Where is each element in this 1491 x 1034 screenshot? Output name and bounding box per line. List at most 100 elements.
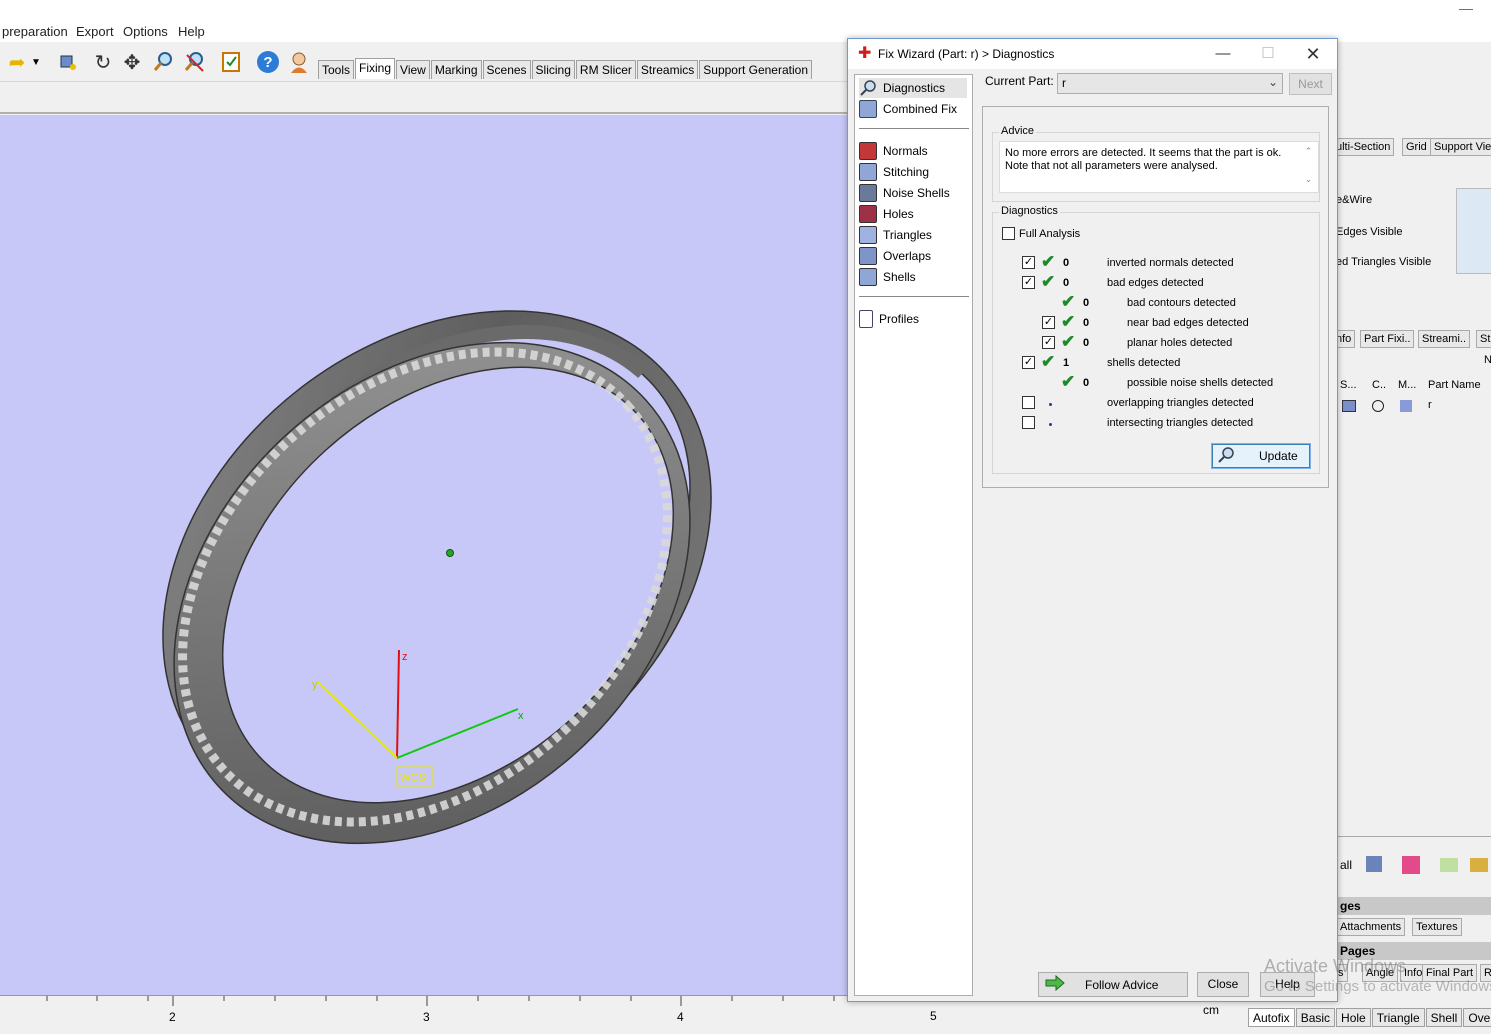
sub-toolbar [0,82,850,114]
view-cube-preview [1456,188,1491,274]
nav-normals[interactable]: Normals [859,141,967,161]
tab-view[interactable]: View [396,60,430,79]
tab-info[interactable]: nfo [1336,330,1356,348]
diagnostics-group: Diagnostics Full Analysis ✓ ✔ 0 inverted… [992,205,1320,474]
support-agent-icon[interactable] [286,50,312,74]
advice-scrollbar[interactable]: ⌃ ⌄ [1301,144,1316,190]
tool-icon[interactable] [1440,858,1458,872]
shells-icon [859,268,877,286]
update-button[interactable]: Update [1211,443,1311,469]
tab-fixing[interactable]: Fixing [355,58,396,79]
nav-holes[interactable]: Holes [859,204,967,224]
holes-icon [859,205,877,223]
minimize-icon[interactable]: — [1208,43,1238,65]
rotation-center-marker [446,549,454,557]
part-name-cell[interactable]: r [1428,399,1432,411]
advice-line: Note that not all parameters were analys… [1005,160,1218,172]
z-axis-label: z [402,651,408,663]
tool-icon[interactable] [1366,856,1382,872]
check-icon: ✔ [1041,252,1056,271]
menu-options[interactable]: Options [123,24,168,39]
tab-multi-section[interactable]: ulti-Section [1336,138,1395,156]
nav-combined-fix[interactable]: Combined Fix [859,99,967,119]
activate-watermark-sub: Go to Settings to activate Windows. [1264,978,1491,995]
row-checkbox[interactable]: ✓ [1042,316,1055,329]
menu-help[interactable]: Help [178,24,205,39]
tab-streamics[interactable]: Streami.. [1418,330,1471,348]
nav-noise-shells[interactable]: Noise Shells [859,183,967,203]
tab-rm-slicer[interactable]: RM Slicer [575,60,636,79]
full-analysis-checkbox[interactable] [1002,227,1015,240]
ring-model[interactable]: z y x WCS [0,115,850,995]
option-triangles-visible[interactable]: ed Triangles Visible [1336,256,1431,268]
tab-textures[interactable]: Textures [1412,918,1462,936]
row-checkbox[interactable]: ✓ [1022,276,1035,289]
option-edges-visible[interactable]: Edges Visible [1336,226,1402,238]
tab-shell[interactable]: Shell [1425,1008,1463,1027]
current-part-value: r [1062,76,1066,90]
tool-icon[interactable] [1402,856,1420,874]
row-count: 1 [1063,357,1070,369]
nav-triangles[interactable]: Triangles [859,225,967,245]
check-icon: ✔ [1061,292,1076,311]
check-icon: ✔ [1041,272,1056,291]
tab-attachments[interactable]: Attachments [1336,918,1406,936]
close-button[interactable]: Close [1197,972,1249,997]
tab-support-view[interactable]: Support Vie [1430,138,1491,156]
tab-tools[interactable]: Tools [318,60,355,79]
part-mesh-icon [1400,400,1412,412]
row-label: overlapping triangles detected [1107,397,1254,409]
close-icon[interactable]: ✕ [1298,43,1328,65]
nav-shells[interactable]: Shells [859,267,967,287]
ruler-label: 3 [423,1010,430,1024]
tab-slicing[interactable]: Slicing [531,60,575,79]
menu-export[interactable]: Export [76,24,114,39]
tab-streamics[interactable]: Streamics [636,60,699,79]
check-icon: ✔ [1041,352,1056,371]
nav-stitching[interactable]: Stitching [859,162,967,182]
tab-triangle[interactable]: Triangle [1371,1008,1425,1027]
next-button[interactable]: Next [1289,73,1332,95]
chevron-down-icon: ⌄ [1267,75,1278,89]
tab-basic[interactable]: Basic [1295,1008,1336,1027]
zoom-reset-icon[interactable] [181,50,207,74]
tab-support-generation[interactable]: Support Generation [699,60,813,79]
nav-profiles[interactable]: Profiles [859,309,967,329]
minimize-icon[interactable]: — [1459,0,1473,16]
menu-preparation[interactable]: preparation [2,24,68,39]
rotate-icon[interactable]: ↻ [90,50,116,74]
tab-part-fixing[interactable]: Part Fixi.. [1360,330,1415,348]
dialog-titlebar[interactable]: ✚ Fix Wizard (Part: r) > Diagnostics — ☐… [848,39,1337,69]
zoom-icon[interactable] [150,50,176,74]
current-part-select[interactable]: r ⌄ [1057,73,1283,94]
tool-icon[interactable] [1470,858,1488,872]
row-count: 0 [1083,337,1090,349]
maximize-icon[interactable]: ☐ [1253,43,1283,65]
3d-viewport[interactable]: z y x WCS [0,115,850,995]
row-checkbox[interactable]: ✓ [1022,256,1035,269]
row-checkbox[interactable] [1022,416,1035,429]
help-icon[interactable]: ? [255,50,281,74]
tab-overlaps[interactable]: Overla [1463,1008,1491,1027]
tab-autofix[interactable]: Autofix [1248,1008,1295,1027]
chevron-down-icon[interactable]: ▼ [30,50,42,74]
tab-scenes[interactable]: Scenes [482,60,531,79]
option-shade-wire[interactable]: e&Wire [1336,194,1372,206]
tab-marking[interactable]: Marking [430,60,482,79]
row-checkbox[interactable] [1022,396,1035,409]
pan-icon[interactable]: ✥ [119,50,145,74]
redo-icon[interactable]: ➦ [4,50,30,74]
row-checkbox[interactable]: ✓ [1042,336,1055,349]
checklist-icon[interactable] [218,50,244,74]
tab-st[interactable]: St [1476,330,1491,348]
nav-overlaps[interactable]: Overlaps [859,246,967,266]
nav-diagnostics[interactable]: Diagnostics [859,78,967,98]
tab-grid[interactable]: Grid [1402,138,1431,156]
select-part-icon[interactable] [55,50,81,74]
tab-hole[interactable]: Hole [1336,1008,1371,1027]
ribbon-tabs: Tools Fixing View Marking Scenes Slicing… [318,58,813,80]
row-checkbox[interactable]: ✓ [1022,356,1035,369]
row-label: bad edges detected [1107,277,1204,289]
wizard-nav: Diagnostics Combined Fix Normals Stitchi… [854,74,973,996]
follow-advice-button[interactable]: Follow Advice [1038,972,1188,997]
